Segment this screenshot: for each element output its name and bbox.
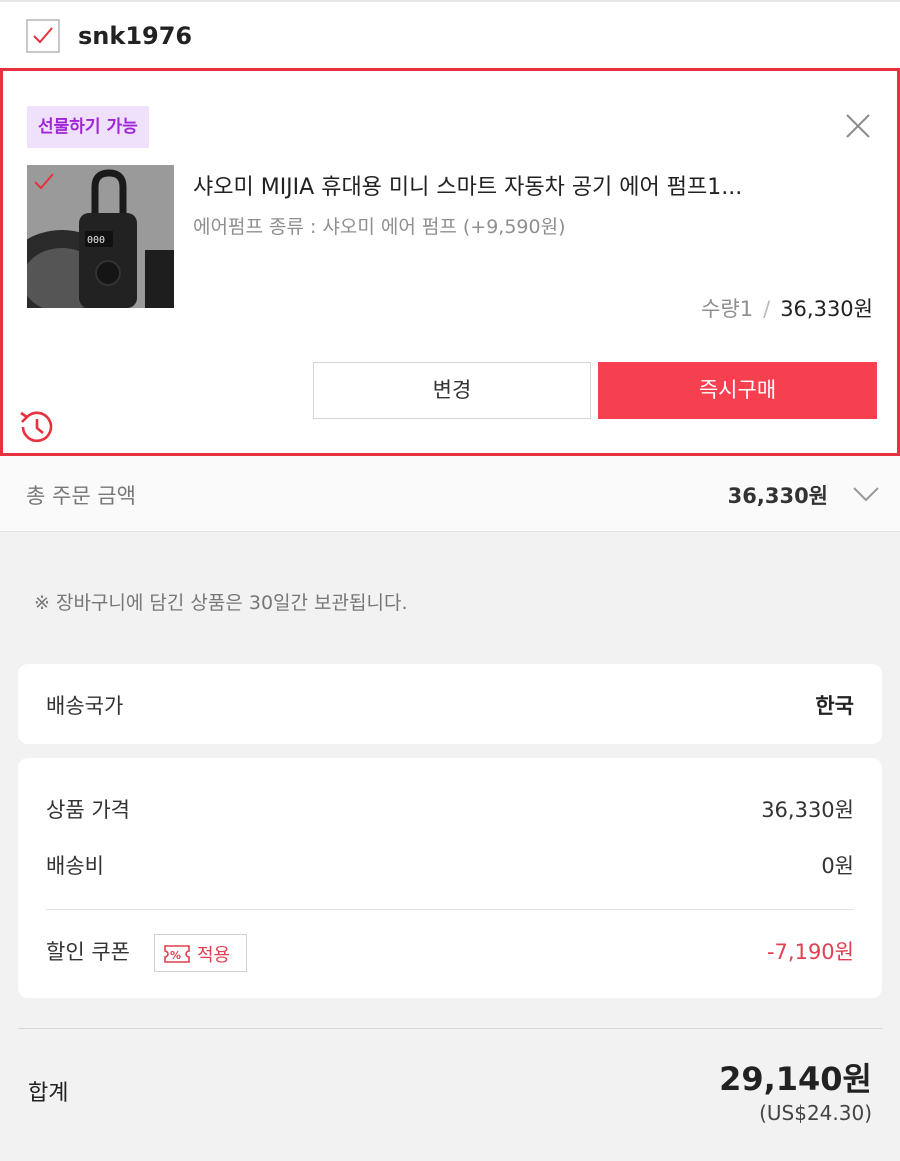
svg-text:000: 000 [87,235,105,246]
divider [46,909,854,910]
item-checkbox[interactable] [29,167,61,199]
coupon-label: 할인 쿠폰 [46,940,130,964]
summary-total-value: 29,140원 [719,1060,872,1098]
history-clock-icon[interactable] [15,405,59,449]
summary-usd-value: (US$24.30) [759,1101,872,1125]
cart-retention-notice: ※ 장바구니에 담긴 상품은 30일간 보관됩니다. [34,592,408,614]
shipping-country-box: 배송국가 한국 [18,664,882,744]
close-icon[interactable] [843,111,873,141]
check-icon [33,27,53,44]
coupon-icon: % [164,945,190,963]
summary-divider [18,1028,882,1029]
shipping-country-label: 배송국가 [46,694,124,718]
seller-checkbox[interactable] [26,19,60,53]
product-thumbnail[interactable]: 000 [27,165,174,308]
quantity-label: 수량1 [701,297,754,321]
separator: / [763,297,771,321]
shipping-country-value: 한국 [815,694,854,718]
product-option: 에어펌프 종류 : 샤오미 에어 펌프 (+9,590원) [193,216,566,238]
total-order-bar[interactable]: 총 주문 금액 36,330원 [0,456,900,532]
shipping-fee-label: 배송비 [46,854,104,878]
cart-item-card: 선물하기 가능 000 샤오미 MIJIA 휴대용 미니 스마트 자동차 공기 … [0,68,900,456]
product-price-label: 상품 가격 [46,798,130,822]
change-option-button[interactable]: 변경 [313,362,591,419]
svg-text:%: % [170,949,181,962]
seller-name: snk1976 [78,22,193,50]
chevron-down-icon[interactable] [852,484,880,504]
seller-header: snk1976 [0,0,900,68]
check-icon [34,173,54,190]
total-order-label: 총 주문 금액 [26,484,136,508]
coupon-discount-value: -7,190원 [766,940,854,964]
item-price: 36,330원 [780,297,873,321]
price-breakdown-box: 상품 가격 36,330원 배송비 0원 할인 쿠폰 % 적용 -7,190원 [18,758,882,998]
summary-label: 합계 [28,1081,69,1106]
product-title[interactable]: 샤오미 MIJIA 휴대용 미니 스마트 자동차 공기 에어 펌프1... [193,169,742,201]
apply-coupon-label: 적용 [197,945,231,966]
gift-available-badge: 선물하기 가능 [27,106,149,148]
buy-now-button[interactable]: 즉시구매 [598,362,877,419]
shipping-fee-value: 0원 [821,854,854,878]
apply-coupon-button[interactable]: % 적용 [154,934,247,972]
total-order-value: 36,330원 [727,484,828,508]
product-price-value: 36,330원 [761,798,854,822]
quantity-price-row: 수량1 / 36,330원 [701,293,873,323]
